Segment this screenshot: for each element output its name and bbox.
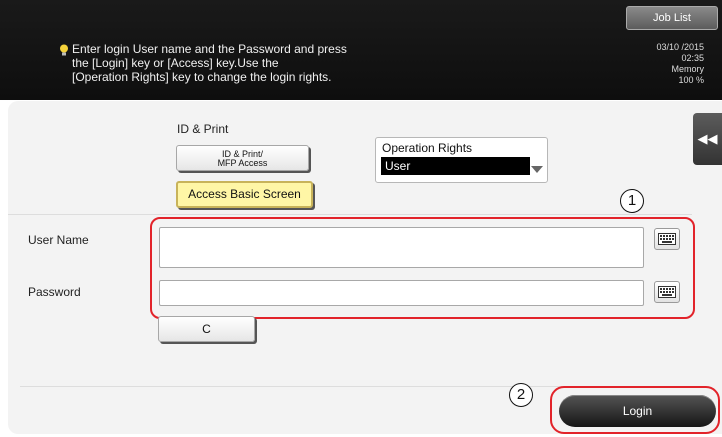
callout-number-1: 1 [620, 189, 644, 213]
top-bar: Job List Enter login User name and the P… [0, 0, 722, 100]
id-print-mfp-access-button[interactable]: ID & Print/ MFP Access [176, 145, 309, 171]
password-input[interactable] [159, 280, 644, 306]
status-memory-value: 100 % [678, 75, 704, 85]
keyboard-icon [658, 233, 676, 245]
password-label: Password [28, 285, 81, 299]
job-list-button[interactable]: Job List [626, 6, 718, 30]
user-name-input[interactable] [159, 227, 644, 268]
login-button[interactable]: Login [559, 395, 716, 427]
access-basic-screen-button[interactable]: Access Basic Screen [176, 181, 313, 208]
dropdown-caret-icon [531, 166, 543, 173]
bulb-icon [60, 44, 68, 56]
divider [8, 214, 692, 215]
operation-rights-select[interactable]: Operation Rights User [375, 137, 548, 183]
callout-number-2: 2 [509, 383, 533, 407]
operation-rights-selected[interactable]: User [381, 157, 530, 175]
status-time: 02:35 [681, 53, 704, 63]
keyboard-icon [658, 286, 676, 298]
status-panel: 03/10 /2015 02:35 Memory 100 % [624, 42, 704, 86]
clear-button[interactable]: C [158, 316, 255, 342]
password-keyboard-button[interactable] [654, 281, 680, 303]
user-name-label: User Name [28, 233, 89, 247]
double-chevron-left-icon: ◀◀ [697, 131, 718, 146]
id-print-label: ID & Print [177, 122, 229, 136]
instruction-message: Enter login User name and the Password a… [72, 42, 347, 84]
operation-rights-label: Operation Rights [382, 141, 473, 155]
side-panel-toggle-button[interactable]: ◀◀ [693, 113, 722, 165]
user-name-keyboard-button[interactable] [654, 228, 680, 250]
status-date: 03/10 /2015 [656, 42, 704, 52]
status-memory-label: Memory [671, 64, 704, 74]
